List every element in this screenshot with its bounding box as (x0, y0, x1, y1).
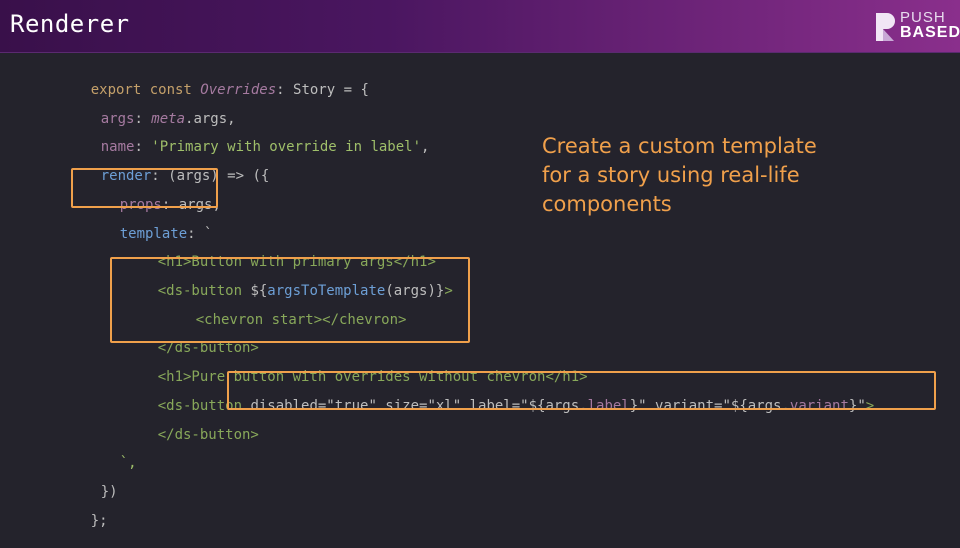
highlight-box-overrides (227, 371, 936, 410)
code-token: : Story = { (276, 82, 369, 98)
annotation-line: for a story using real-life (542, 163, 800, 187)
code-token: </ds-button> (157, 427, 259, 443)
code-line-13: </ds-button> (124, 408, 259, 443)
logo-mark-icon (876, 13, 895, 41)
annotation-line: Create a custom template (542, 134, 817, 158)
code-line-16: }; (57, 494, 108, 529)
code-token: , (421, 139, 430, 155)
code-line-6: template: ` (86, 207, 213, 242)
code-token: }; (90, 513, 108, 529)
push-based-logo: PUSH BASED (874, 9, 960, 45)
code-line-15: }) (67, 465, 118, 500)
slide-title: Renderer (10, 10, 130, 38)
code-line-14: `, (86, 436, 137, 471)
code-line-3: name: 'Primary with override in label', (67, 120, 430, 155)
highlight-box-ds-button (110, 257, 470, 343)
code-line-11: <h1>Pure button with overrides without c… (124, 350, 588, 385)
code-line-1: export const Overrides: Story = { (57, 63, 369, 98)
highlight-box-props (71, 168, 218, 208)
code-line-4: render: (args) => ({ (67, 149, 270, 184)
logo-text-based: BASED (900, 24, 960, 41)
code-line-2: args: meta.args, (67, 92, 236, 127)
annotation-text: Create a custom template for a story usi… (542, 132, 902, 219)
header-bar: Renderer PUSH BASED (0, 0, 960, 53)
code-line-7: <h1>Button with primary args</h1> (124, 235, 436, 270)
code-token: `, (119, 455, 137, 471)
annotation-line: components (542, 192, 672, 216)
